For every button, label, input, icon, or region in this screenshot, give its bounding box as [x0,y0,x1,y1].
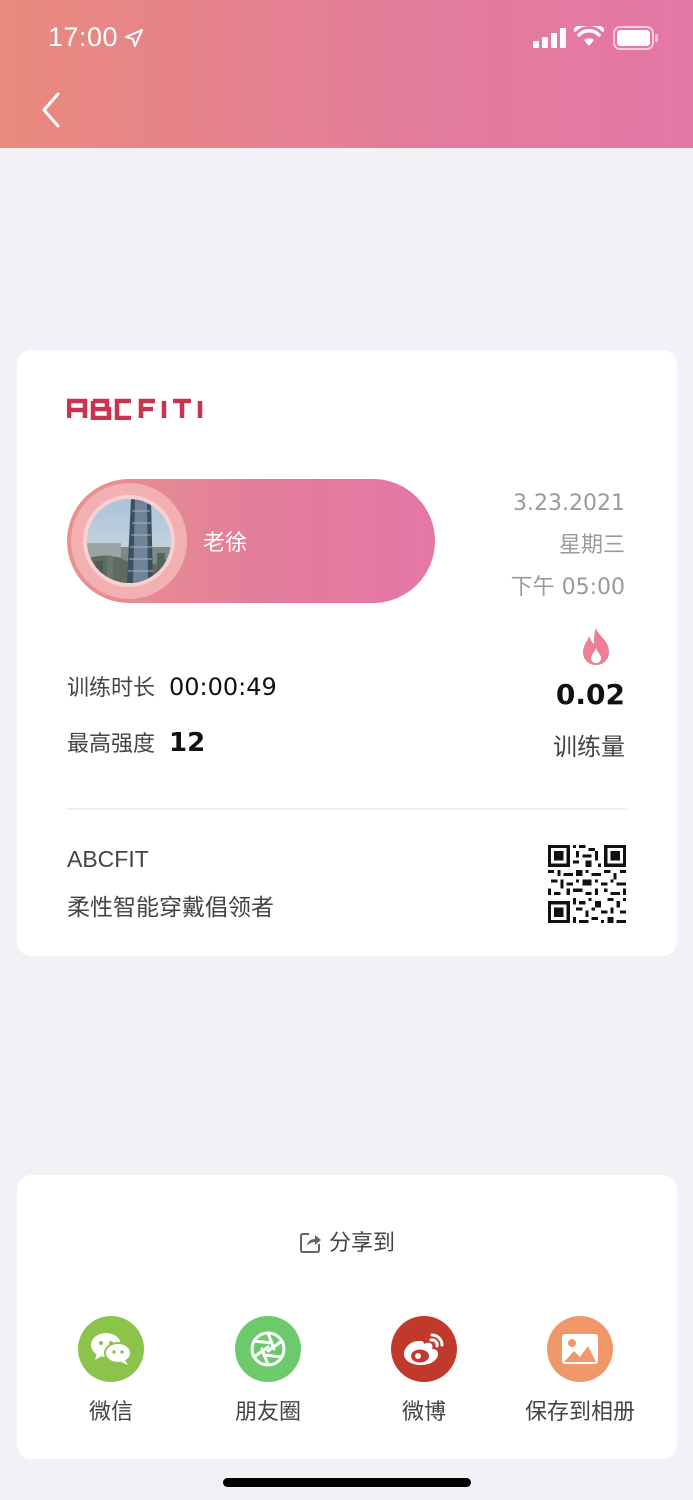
share-circle [235,1316,301,1382]
stat-duration: 训练时长 00:00:49 [67,670,277,702]
share-weibo-button[interactable]: 微博 [344,1316,504,1426]
back-button[interactable] [36,90,68,130]
share-panel: 分享到 微信 朋友圈 微博 保存到相册 [17,1175,677,1459]
brand-slogan: 柔性智能穿戴倡领者 [67,895,274,921]
workout-share-card: 老徐 3.23.2021 星期三 下午 05:00 训练时长 00:00:49 最… [17,350,677,956]
date-block: 3.23.2021 星期三 下午 05:00 [511,483,625,609]
status-time: 17:00 [48,22,119,52]
location-arrow-icon [125,29,143,47]
share-circle [391,1316,457,1382]
share-icon [299,1233,321,1253]
workout-weekday: 星期三 [558,533,625,558]
battery-icon [613,26,658,50]
share-title: 分享到 [17,1225,677,1257]
brand-logo [67,398,203,420]
user-pill: 老徐 [67,479,435,603]
share-label: 保存到相册 [524,1400,635,1425]
qr-code [548,845,626,923]
training-volume-value: 0.02 [555,678,625,711]
moments-icon [250,1331,286,1367]
wifi-icon [574,26,604,46]
brand-name: ABCFIT [67,846,149,872]
chevron-left-icon [42,92,60,128]
share-wechat-button[interactable]: 微信 [31,1316,191,1426]
stat-value: 00:00:49 [169,673,277,701]
share-circle [78,1316,144,1382]
avatar [83,495,175,587]
weibo-icon [404,1333,444,1365]
flame-icon [583,628,609,665]
share-moments-button[interactable]: 朋友圈 [188,1316,348,1426]
stat-max-intensity: 最高强度 12 [67,726,205,758]
header-bar: 17:00 [0,0,693,148]
workout-time: 下午 05:00 [510,575,625,600]
stat-label: 训练时长 [67,676,156,701]
home-indicator[interactable] [223,1478,471,1487]
album-icon [562,1334,598,1364]
stat-value: 12 [169,728,206,758]
stat-label: 最高强度 [67,732,156,757]
training-volume-label: 训练量 [553,733,625,761]
share-title-text: 分享到 [328,1231,395,1256]
user-name: 老徐 [203,531,248,556]
share-circle [547,1316,613,1382]
avatar-ring [71,483,187,599]
share-label: 朋友圈 [234,1400,301,1425]
workout-date: 3.23.2021 [513,491,625,516]
wechat-icon [91,1333,132,1365]
share-label: 微博 [401,1400,446,1425]
divider [67,808,627,810]
cellular-signal-icon [533,28,566,48]
avatar-cityscape-image [87,499,171,583]
share-save-album-button[interactable]: 保存到相册 [500,1316,660,1426]
share-label: 微信 [88,1400,133,1425]
